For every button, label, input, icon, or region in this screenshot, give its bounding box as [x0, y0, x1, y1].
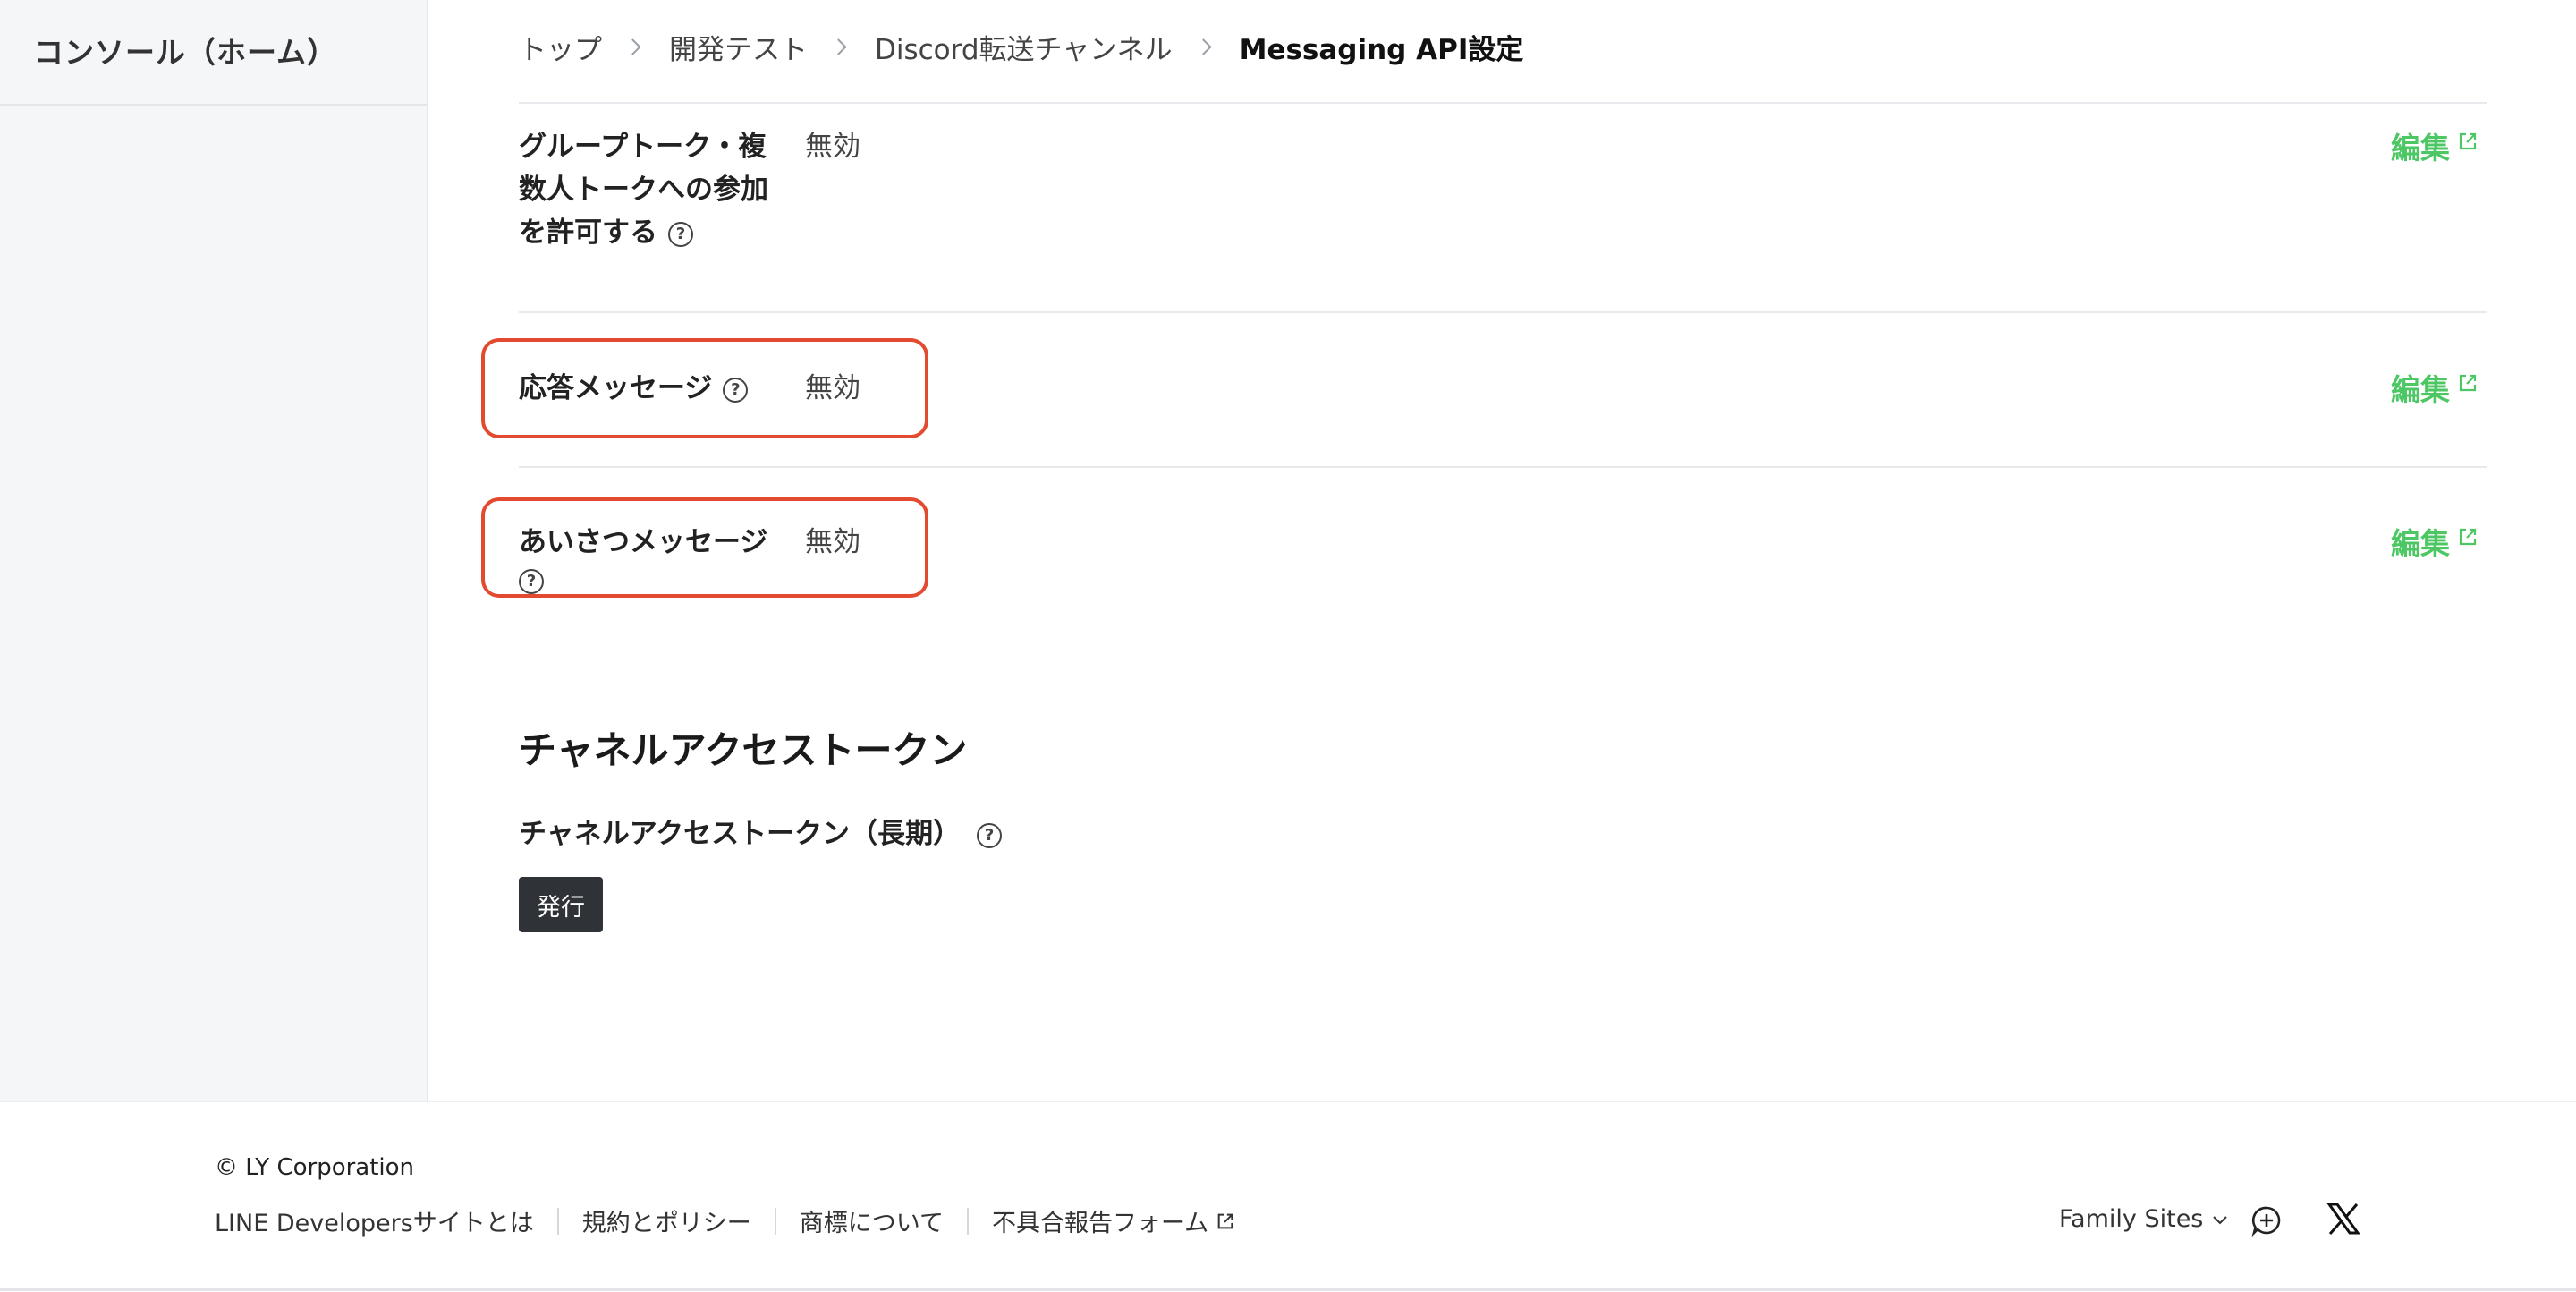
setting-label-line: 数人トークへの参加 [519, 174, 768, 206]
edit-link-label: 編集 [2391, 372, 2450, 407]
chevron-right-icon [830, 38, 847, 55]
footer-link-about[interactable]: LINE Developersサイトとは [215, 1203, 534, 1238]
setting-value-greeting: 無効 [805, 526, 860, 558]
token-label: チャネルアクセストークン（長期）? [519, 812, 1003, 855]
chevron-right-icon [624, 38, 641, 55]
footer-bottom-border [0, 1288, 2576, 1291]
footer-link-separator [966, 1207, 969, 1235]
footer-link-bug-report-label: 不具合報告フォーム [991, 1210, 1209, 1237]
edit-link-label: 編集 [2391, 131, 2450, 166]
breadcrumb-top[interactable]: トップ [519, 27, 602, 67]
family-sites-label: Family Sites [2059, 1205, 2204, 1233]
sidebar-title-console-home[interactable]: コンソール（ホーム） [34, 29, 337, 72]
footer-links: LINE Developersサイトとは 規約とポリシー 商標について 不具合報… [215, 1203, 1235, 1238]
setting-label-group-chat: グループトーク・複 数人トークへの参加 を許可する? [519, 125, 768, 254]
edit-link-greeting[interactable]: 編集 [2391, 523, 2479, 565]
token-label-text: チャネルアクセストークン（長期） [519, 818, 962, 850]
setting-label-line-text: を許可する [519, 217, 657, 249]
issue-token-button[interactable]: 発行 [519, 877, 603, 932]
setting-label-line: を許可する? [519, 211, 768, 254]
family-sites-dropdown[interactable]: Family Sites [2059, 1205, 2228, 1233]
divider [519, 466, 2487, 468]
external-link-icon [2459, 374, 2477, 392]
sidebar: コンソール（ホーム） [0, 0, 428, 1101]
breadcrumb-channel[interactable]: Discord転送チャンネル [875, 27, 1173, 67]
footer-link-bug-report[interactable]: 不具合報告フォーム [992, 1203, 1235, 1238]
setting-label-greeting: あいさつメッセージ ? [519, 521, 767, 596]
external-link-icon [1217, 1213, 1233, 1228]
help-icon[interactable]: ? [723, 377, 749, 403]
footer-link-terms[interactable]: 規約とポリシー [582, 1203, 751, 1238]
setting-label-text: あいさつメッセージ [519, 526, 768, 558]
help-icon[interactable]: ? [668, 221, 693, 247]
divider [519, 102, 2487, 104]
x-logo-icon[interactable] [2326, 1201, 2361, 1237]
edit-link-auto-reply[interactable]: 編集 [2391, 369, 2479, 412]
setting-label-line: ? [508, 564, 767, 596]
chat-plus-icon[interactable] [2250, 1204, 2283, 1237]
footer-copyright: © LY Corporation [215, 1154, 415, 1181]
edit-link-group-chat[interactable]: 編集 [2391, 127, 2479, 170]
sidebar-divider [0, 104, 428, 106]
setting-label-auto-reply: 応答メッセージ? [519, 367, 749, 410]
divider [519, 311, 2487, 313]
setting-label-text: 応答メッセージ [519, 372, 713, 404]
breadcrumb: トップ 開発テスト Discord転送チャンネル Messaging API設定 [519, 27, 1523, 67]
setting-value-group-chat: 無効 [805, 131, 860, 163]
section-title-channel-access-token: チャネルアクセストークン [519, 728, 968, 772]
breadcrumb-provider[interactable]: 開発テスト [669, 27, 808, 67]
footer-divider [0, 1101, 2576, 1102]
breadcrumb-current: Messaging API設定 [1239, 34, 1524, 66]
footer-link-separator [556, 1207, 559, 1235]
external-link-icon [2459, 528, 2477, 546]
chevron-right-icon [1194, 38, 1212, 55]
help-icon[interactable]: ? [519, 568, 544, 594]
setting-value-auto-reply: 無効 [805, 372, 860, 404]
setting-label-line: グループトーク・複 [519, 131, 767, 163]
help-icon[interactable]: ? [977, 822, 1003, 848]
footer-link-trademarks[interactable]: 商標について [800, 1203, 944, 1238]
chevron-down-icon [2213, 1215, 2228, 1224]
edit-link-label: 編集 [2391, 526, 2450, 561]
external-link-icon [2459, 132, 2477, 150]
footer-link-separator [774, 1207, 776, 1235]
